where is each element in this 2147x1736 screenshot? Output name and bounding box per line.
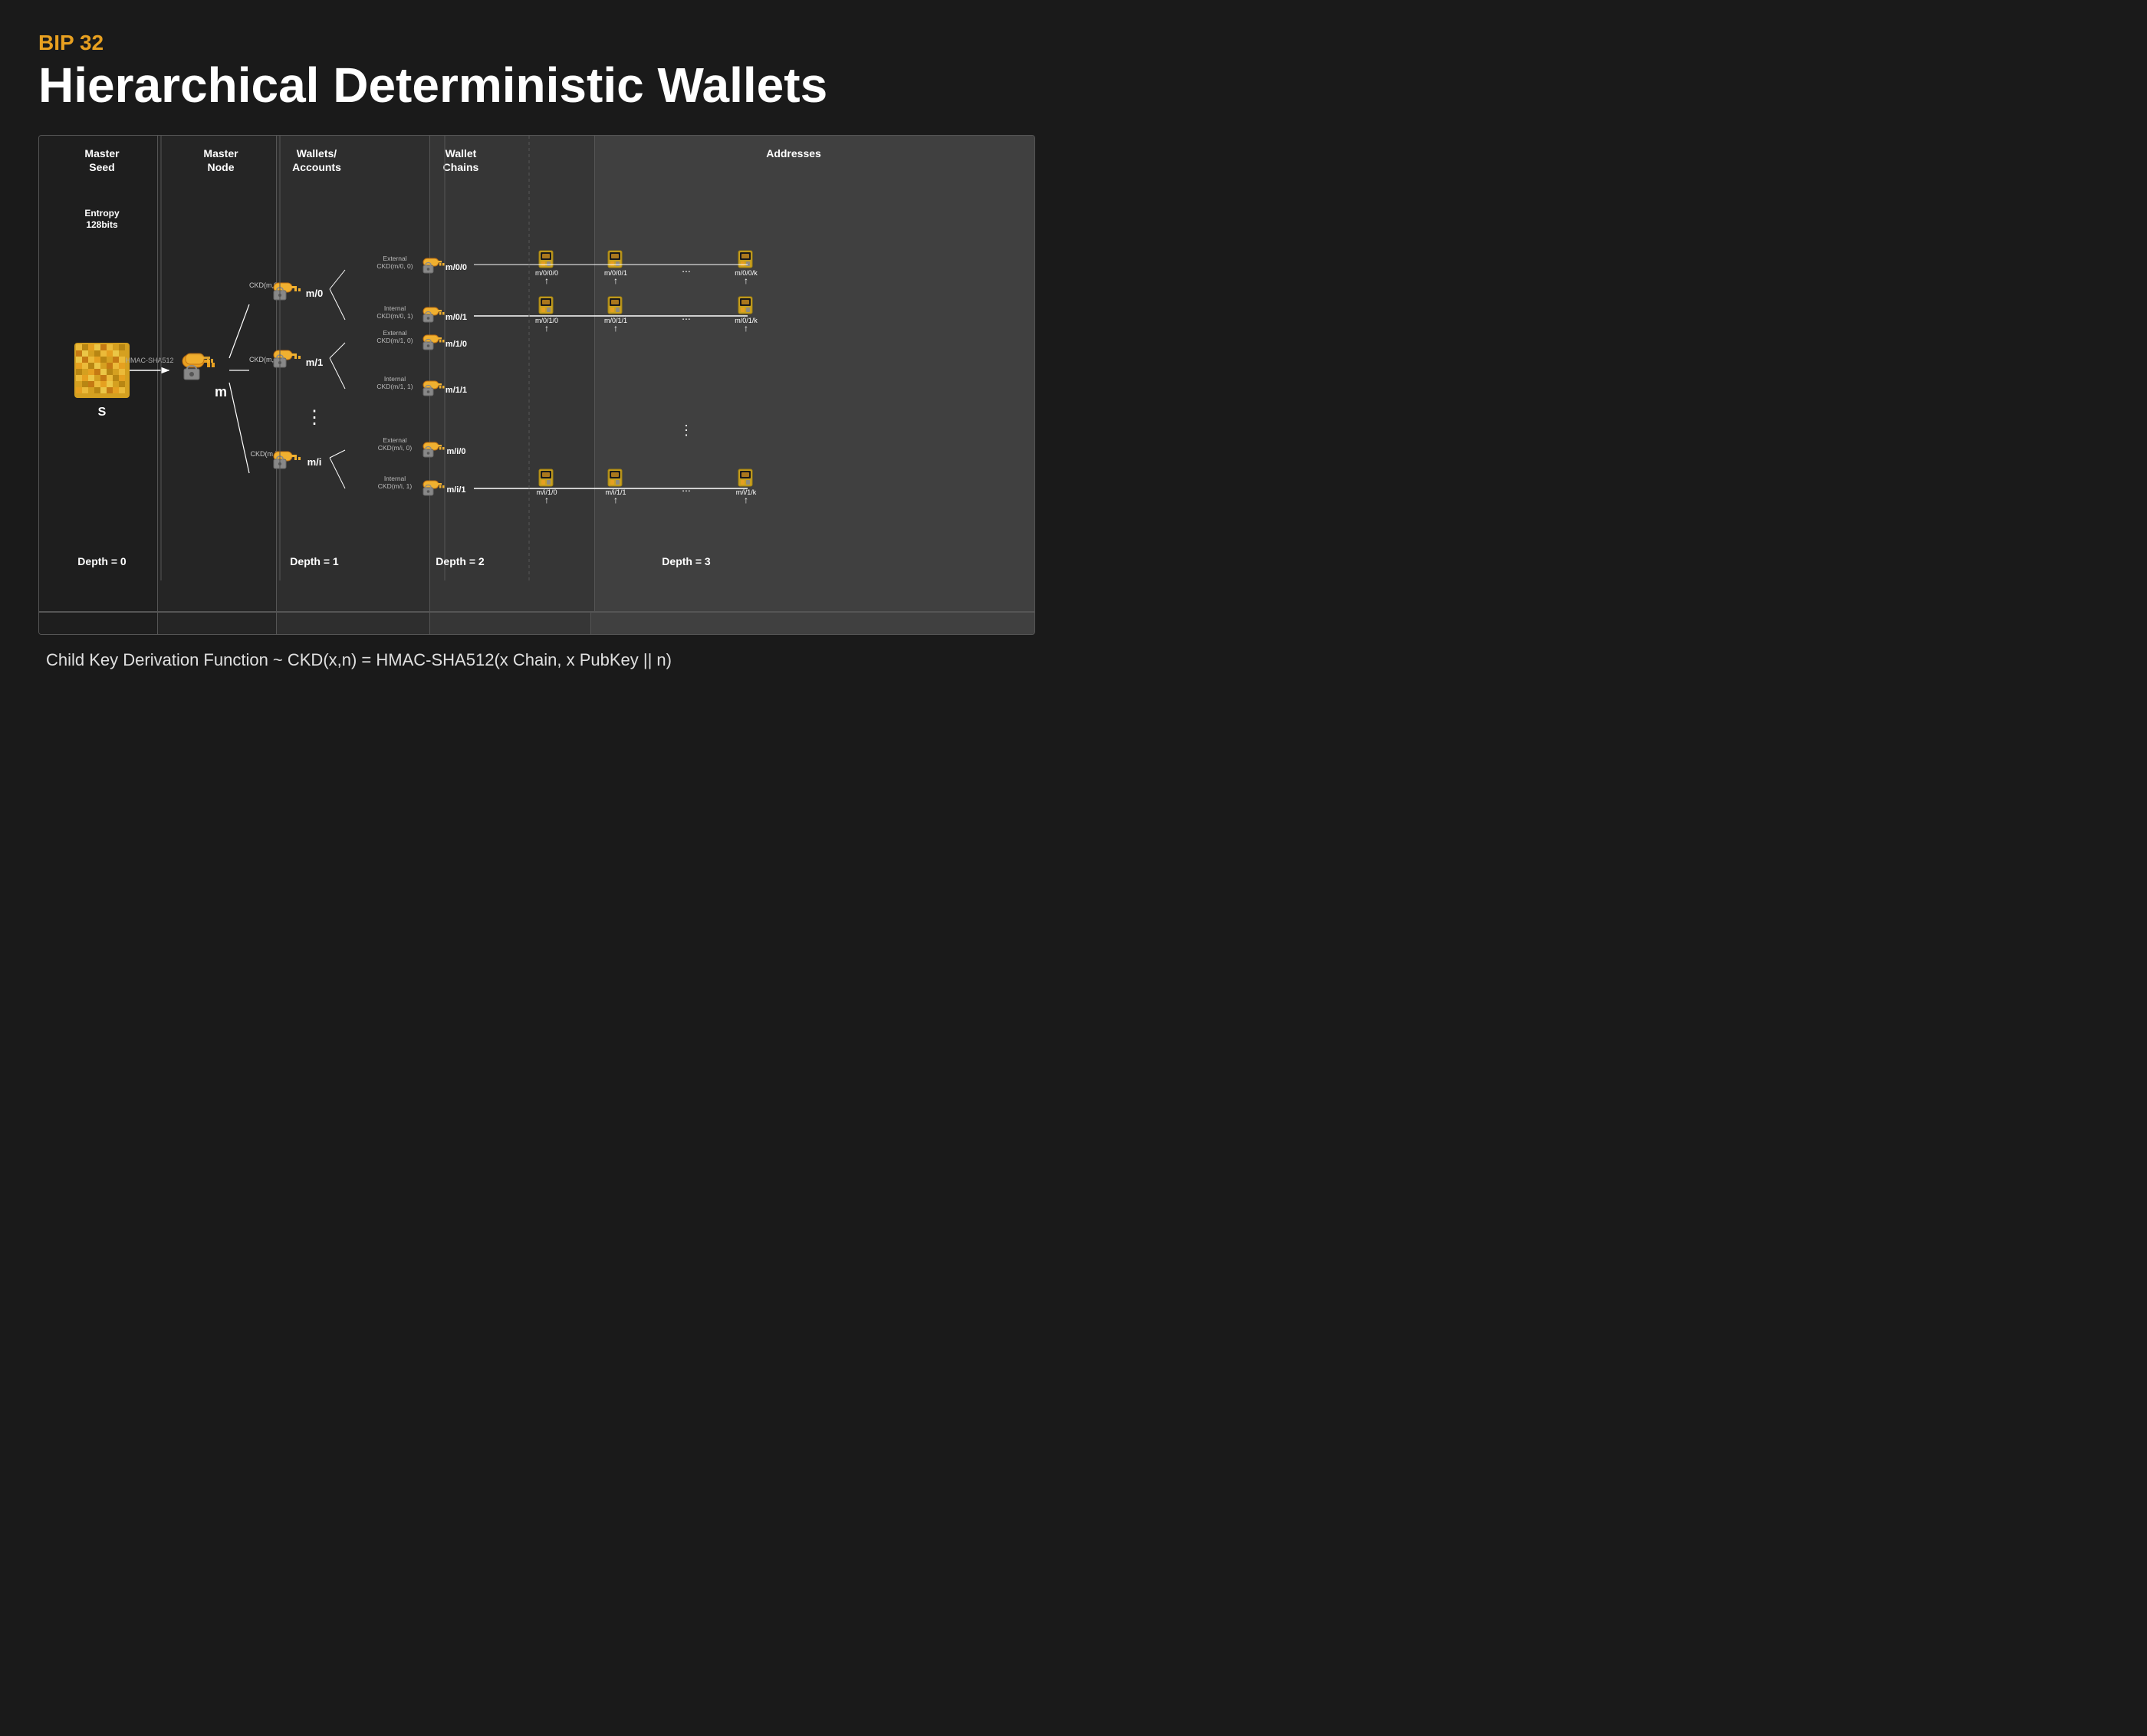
m01k-arrow: ↑	[744, 323, 748, 334]
chain-mi0-ext-label2: CKD(m/i, 0)	[378, 444, 413, 452]
diagram-container: Master Seed Master Node Wallets/ Account…	[38, 135, 1035, 635]
chain-m01-int-label2: CKD(m/0, 1)	[376, 312, 413, 320]
depth-bar	[39, 611, 1034, 634]
depth0-master-cell	[158, 612, 277, 634]
m00k-arrow: ↑	[744, 275, 748, 286]
m01-dots: ...	[682, 310, 691, 322]
footer-text: Child Key Derivation Function ~ CKD(x,n)…	[38, 635, 1035, 678]
chain-m00-ext-label1: External	[383, 255, 406, 262]
hmac-label: HMAC-SHA512	[125, 357, 173, 364]
m1-to-ext-line	[330, 343, 345, 358]
addr-m00k-icon	[738, 251, 752, 268]
m001-arrow: ↑	[613, 275, 618, 286]
addr-vdots: ⋮	[679, 422, 693, 438]
chain-m10-ext-label2: CKD(m/1, 0)	[376, 337, 413, 344]
m0-to-int-line	[330, 289, 345, 320]
main-title: Hierarchical Deterministic Wallets	[38, 58, 1035, 112]
m010-arrow: ↑	[544, 323, 549, 334]
mi-to-ext-line	[330, 450, 345, 458]
m00-key-icon	[423, 258, 445, 273]
m01-chain-label: m/0/1	[446, 313, 467, 322]
depth0-seed-cell	[39, 612, 158, 634]
col-header-seed: Master	[84, 147, 120, 159]
master-to-mi-line	[229, 383, 249, 473]
mi1-chain-label: m/i/1	[446, 485, 465, 495]
mi1-key-icon	[423, 481, 445, 495]
m00-chain-label: m/0/0	[446, 263, 467, 272]
addr-mi1k-icon	[738, 469, 752, 486]
chain-mi1-int-label2: CKD(m/i, 1)	[378, 482, 413, 490]
m0-label: m/0	[306, 288, 323, 299]
col-header-chains2: Chains	[443, 161, 479, 173]
m00-dots: ...	[682, 262, 691, 275]
depth1-wallets-cell	[277, 612, 430, 634]
m10-chain-label: m/1/0	[446, 340, 467, 349]
chain-m01-int-label1: Internal	[384, 304, 406, 312]
mi1-dots: ...	[682, 482, 691, 494]
entropy-label: Entropy	[84, 208, 120, 219]
bip-label: BIP 32	[38, 31, 1035, 55]
mi-label: m/i	[307, 456, 322, 468]
col-header-addresses: Addresses	[766, 147, 821, 159]
chain-m11-int-label2: CKD(m/1, 1)	[376, 383, 413, 390]
col-header-master: Master	[203, 147, 238, 159]
addr-m01k-icon	[738, 297, 752, 314]
diagram-svg: Master Seed Master Node Wallets/ Account…	[39, 136, 1034, 611]
chain-m11-int-label1: Internal	[384, 375, 406, 383]
depth1-label: Depth = 1	[290, 555, 339, 567]
mi0-key-icon	[423, 442, 445, 457]
depth2-label: Depth = 2	[436, 555, 485, 567]
master-to-m0-line	[229, 304, 249, 358]
col-header-chains: Wallet	[446, 147, 477, 159]
mi1k-arrow: ↑	[744, 495, 748, 505]
depth2-chains-cell	[430, 612, 591, 634]
wallets-vdots: ⋮	[305, 407, 324, 428]
m0-to-ext-line	[330, 270, 345, 289]
m1-to-int-line	[330, 358, 345, 389]
master-m-label: m	[215, 384, 227, 399]
m11-key-icon	[423, 381, 445, 396]
mi11-arrow: ↑	[613, 495, 618, 505]
chain-mi1-int-label1: Internal	[384, 475, 406, 482]
depth0-label: Depth = 0	[77, 555, 127, 567]
depth3-label: Depth = 3	[662, 555, 711, 567]
page-wrapper: BIP 32 Hierarchical Deterministic Wallet…	[0, 0, 1074, 701]
master-key-icon	[182, 353, 215, 380]
seed-s-label: S	[98, 406, 107, 419]
m1-label: m/1	[306, 357, 323, 368]
entropy-bits: 128bits	[86, 219, 118, 230]
m1-key-icon	[274, 350, 301, 367]
mi-key-icon	[274, 452, 301, 469]
m11-chain-label: m/1/1	[446, 386, 467, 395]
col-header-wallets2: Accounts	[292, 161, 341, 173]
mi-to-int-line	[330, 458, 345, 488]
addr-m010-icon	[539, 297, 553, 314]
addr-mi11-icon	[608, 469, 622, 486]
addr-m000-icon	[539, 251, 553, 268]
chain-m00-ext-label2: CKD(m/0, 0)	[376, 262, 413, 270]
mi10-arrow: ↑	[544, 495, 549, 505]
addr-mi10-icon	[539, 469, 553, 486]
col-header-wallets: Wallets/	[297, 147, 337, 159]
m0-key-icon	[274, 283, 301, 300]
col-header-seed2: Seed	[89, 161, 114, 173]
header-section: BIP 32 Hierarchical Deterministic Wallet…	[38, 31, 1035, 112]
chain-mi0-ext-label1: External	[383, 436, 406, 444]
addr-m001-icon	[608, 251, 622, 268]
col-header-master2: Node	[208, 161, 235, 173]
m000-arrow: ↑	[544, 275, 549, 286]
m011-arrow: ↑	[613, 323, 618, 334]
addr-m011-icon	[608, 297, 622, 314]
m01-key-icon	[423, 307, 445, 322]
depth3-addresses-cell	[591, 612, 1034, 634]
mi0-chain-label: m/i/0	[446, 447, 465, 456]
m10-key-icon	[423, 335, 445, 350]
chain-m10-ext-label1: External	[383, 329, 406, 337]
